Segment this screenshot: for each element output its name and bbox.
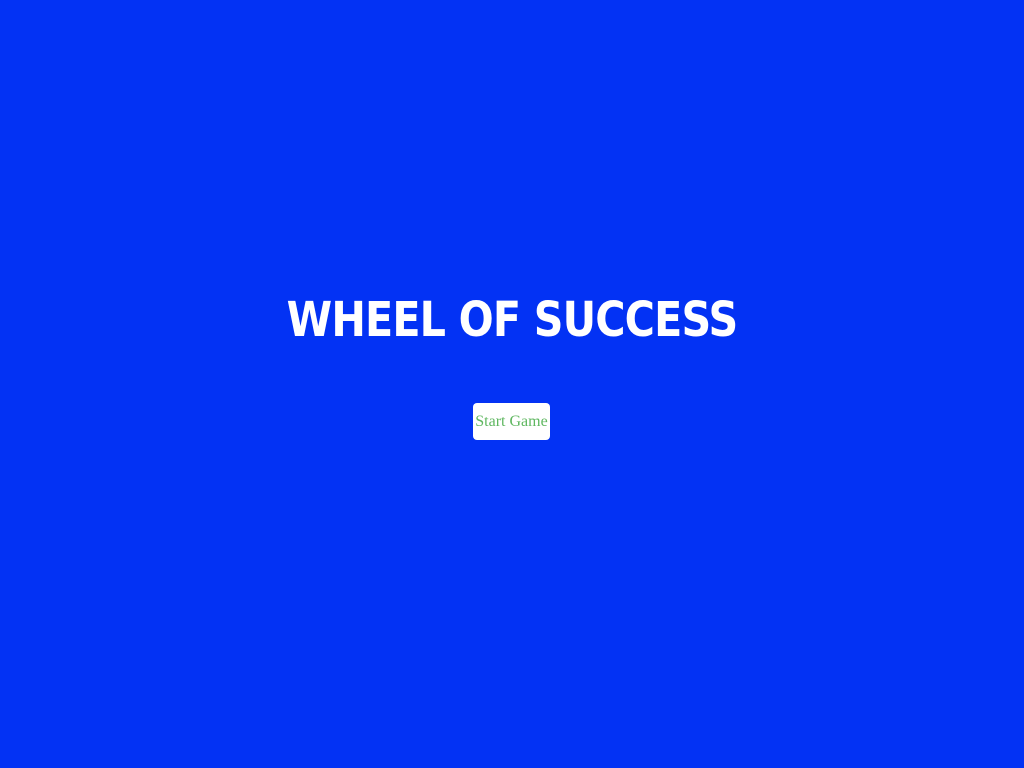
game-title: WHEEL OF SUCCESS (286, 292, 739, 348)
start-overlay: WHEEL OF SUCCESS Start Game (0, 0, 1024, 768)
start-game-button[interactable]: Start Game (473, 403, 550, 440)
